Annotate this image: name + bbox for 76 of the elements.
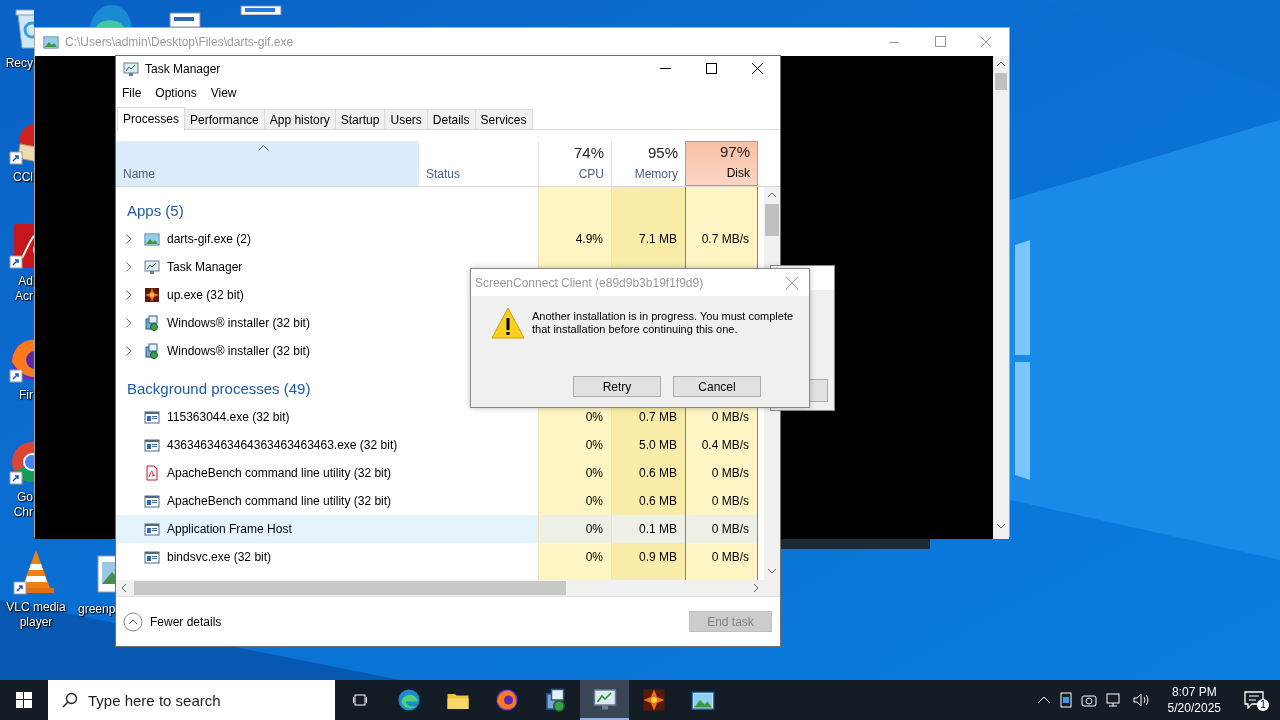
desktop-icon-label[interactable]: VLC media player xyxy=(0,600,72,630)
process-name: 115363044.exe (32 bit) xyxy=(167,410,290,424)
desktop-icon-label[interactable]: Fir xyxy=(4,388,33,403)
desktop-icon-label[interactable]: CCl xyxy=(4,170,33,185)
desktop-icon-label[interactable]: Go Chr xyxy=(4,490,33,520)
group-heading: Background processes (49) xyxy=(127,380,311,397)
process-row[interactable]: ApacheBench command line utility (32 bit) 0% 0.6 MB 0 MB/s xyxy=(116,487,758,515)
usage-value: 97% xyxy=(719,143,750,160)
tab[interactable]: App history xyxy=(263,109,336,129)
window-title: C:\Users\admin\Desktop\Files\darts-gif.exe xyxy=(65,35,295,49)
tab[interactable]: Performance xyxy=(184,109,265,129)
table-cell: 0.7 MB/s xyxy=(685,225,758,253)
column-header[interactable]: Status xyxy=(419,141,538,186)
table-cell: 0 MB/s xyxy=(685,515,758,543)
search-field[interactable]: Type here to search xyxy=(48,680,335,720)
desktop-icon-label[interactable]: greenp xyxy=(78,602,114,617)
usage-value: 74% xyxy=(573,144,604,161)
usage-value: 95% xyxy=(647,144,678,161)
desktop-icon-label[interactable]: Ad Acr xyxy=(4,274,33,304)
column-label: Disk xyxy=(726,166,750,180)
menu-item[interactable]: Options xyxy=(155,85,197,100)
desktop-icon-label[interactable]: Recy xyxy=(4,56,33,71)
process-name: darts-gif.exe (2) xyxy=(167,232,252,246)
table-cell: 0 MB/s xyxy=(685,487,758,515)
tab[interactable]: Processes xyxy=(117,107,186,131)
column-label: Memory xyxy=(634,167,678,181)
process-name: ApacheBench command line utility (32 bit) xyxy=(167,494,392,508)
table-cell: 0% xyxy=(538,515,611,543)
table-cell: 5.0 MB xyxy=(611,431,685,459)
process-name: Windows® installer (32 bit) xyxy=(167,316,310,330)
process-name: Windows® installer (32 bit) xyxy=(167,344,310,358)
notification-button[interactable]: 1 xyxy=(1238,680,1270,720)
clock[interactable]: 8:07 PM 5/20/2025 xyxy=(1159,684,1229,716)
group-heading: Apps (5) xyxy=(127,202,184,219)
table-cell: 0.4 MB/s xyxy=(685,431,758,459)
table-cell: 7.1 MB xyxy=(611,225,685,253)
dialog-message: Another installation is in progress. You must complete that installation before continuing this one. xyxy=(532,310,795,336)
process-name: ApacheBench command line utility (32 bit) xyxy=(167,466,392,480)
column-header[interactable]: 74% CPU xyxy=(538,141,611,186)
table-cell: 0.1 MB xyxy=(611,515,685,543)
table-cell: 0% xyxy=(538,431,611,459)
table-cell: 4.9% xyxy=(538,225,611,253)
menu-item[interactable]: View xyxy=(210,85,237,100)
process-name: bindsvc.exe (32 bit) xyxy=(167,550,272,564)
process-name: Task Manager xyxy=(167,260,243,274)
table-cell: 0% xyxy=(538,459,611,487)
dialog-button[interactable]: Cancel xyxy=(673,376,761,397)
menu-item[interactable]: File xyxy=(122,85,142,100)
process-row[interactable]: bindsvc.exe (32 bit) 0% 0.9 MB 0 MB/s xyxy=(116,543,758,571)
tab[interactable]: Startup xyxy=(334,109,386,129)
column-label: Status xyxy=(426,167,462,181)
tab[interactable]: Services xyxy=(474,109,533,129)
dialog-button[interactable]: Retry xyxy=(573,376,661,397)
process-row[interactable]: darts-gif.exe (2) 4.9% 7.1 MB 0.7 MB/s xyxy=(116,225,758,253)
process-name: Application Frame Host xyxy=(167,522,292,536)
table-cell: 0 MB/s xyxy=(685,459,758,487)
tab[interactable]: Users xyxy=(384,109,428,129)
fewer-details-link[interactable]: Fewer details xyxy=(123,611,222,632)
table-cell: 0% xyxy=(538,487,611,515)
column-label: Name xyxy=(123,167,156,181)
table-cell: 0 MB/s xyxy=(685,543,758,571)
column-header[interactable]: Name xyxy=(116,141,419,186)
column-label: CPU xyxy=(578,167,604,181)
dialog-title: ScreenConnect Client (e89d9b3b19f1f9d9) xyxy=(475,275,704,290)
process-row[interactable]: Application Frame Host 0% 0.1 MB 0 MB/s xyxy=(116,515,758,543)
process-row[interactable]: 4363463463464363463463463.exe (32 bit) 0% 5.0 MB 0.4 MB/s xyxy=(116,431,758,459)
table-cell: 0.6 MB xyxy=(611,487,685,515)
table-cell: 0.9 MB xyxy=(611,543,685,571)
process-name: 4363463463464363463463463.exe (32 bit) xyxy=(167,438,398,452)
table-cell: 0.6 MB xyxy=(611,459,685,487)
process-row[interactable]: ApacheBench command line utility (32 bit) 0% 0.6 MB 0 MB/s xyxy=(116,459,758,487)
table-cell: 0% xyxy=(538,543,611,571)
window-title: Task Manager xyxy=(145,61,221,76)
tab[interactable]: Details xyxy=(426,109,476,129)
column-header[interactable]: 97% Disk xyxy=(685,141,758,186)
process-name: up.exe (32 bit) xyxy=(167,288,244,302)
